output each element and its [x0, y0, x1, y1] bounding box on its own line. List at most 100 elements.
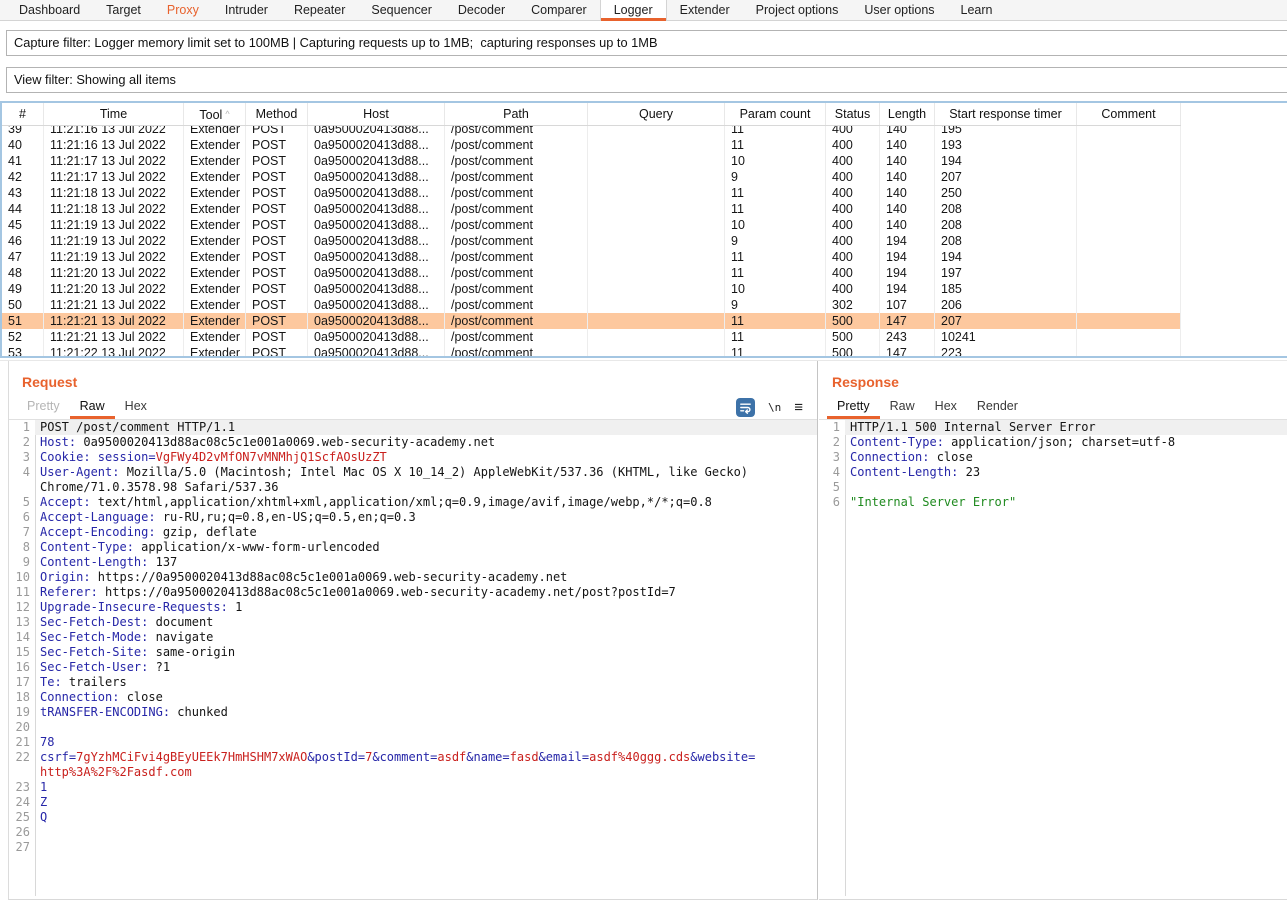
cell [588, 137, 725, 153]
menu-item-target[interactable]: Target [93, 0, 154, 20]
menu-item-repeater[interactable]: Repeater [281, 0, 358, 20]
column-header-tool[interactable]: Tool^ [184, 103, 246, 125]
cell: Extender [184, 265, 246, 281]
cell: /post/comment [445, 233, 588, 249]
cell [1077, 313, 1181, 329]
column-header-start-response-timer[interactable]: Start response timer [935, 103, 1077, 125]
cell: 208 [935, 233, 1077, 249]
menu-item-learn[interactable]: Learn [948, 0, 1006, 20]
column-header-comment[interactable]: Comment [1077, 103, 1181, 125]
cell: 45 [2, 217, 44, 233]
log-row-51[interactable]: 5111:21:21 13 Jul 2022ExtenderPOST0a9500… [2, 313, 1181, 329]
menu-item-extender[interactable]: Extender [667, 0, 743, 20]
cell: 0a9500020413d88... [308, 153, 445, 169]
response-tab-hex[interactable]: Hex [925, 394, 967, 419]
cell: 400 [826, 265, 880, 281]
log-row-44[interactable]: 4411:21:18 13 Jul 2022ExtenderPOST0a9500… [2, 201, 1181, 217]
log-row-42[interactable]: 4211:21:17 13 Jul 2022ExtenderPOST0a9500… [2, 169, 1181, 185]
log-row-49[interactable]: 4911:21:20 13 Jul 2022ExtenderPOST0a9500… [2, 281, 1181, 297]
newline-icon[interactable]: \n [768, 401, 781, 414]
response-tab-render[interactable]: Render [967, 394, 1028, 419]
column-header-status[interactable]: Status [826, 103, 880, 125]
capture-filter-bar[interactable]: Capture filter: Logger memory limit set … [6, 30, 1287, 56]
log-row-45[interactable]: 4511:21:19 13 Jul 2022ExtenderPOST0a9500… [2, 217, 1181, 233]
column-header-path[interactable]: Path [445, 103, 588, 125]
cell: /post/comment [445, 249, 588, 265]
request-editor-icons: \n ≡ [736, 395, 803, 419]
log-row-41[interactable]: 4111:21:17 13 Jul 2022ExtenderPOST0a9500… [2, 153, 1181, 169]
cell: /post/comment [445, 281, 588, 297]
log-row-50[interactable]: 5011:21:21 13 Jul 2022ExtenderPOST0a9500… [2, 297, 1181, 313]
cell: 193 [935, 137, 1077, 153]
view-filter-bar[interactable]: View filter: Showing all items [6, 67, 1287, 93]
menu-item-proxy[interactable]: Proxy [154, 0, 212, 20]
cell: 194 [880, 249, 935, 265]
cell: 52 [2, 329, 44, 345]
response-tab-pretty[interactable]: Pretty [827, 394, 880, 419]
line-number: 4 [819, 465, 845, 480]
menu-item-dashboard[interactable]: Dashboard [6, 0, 93, 20]
cell: 0a9500020413d88... [308, 249, 445, 265]
editor-line: 18Connection: close [9, 690, 817, 705]
cell: 208 [935, 217, 1077, 233]
log-row-46[interactable]: 4611:21:19 13 Jul 2022ExtenderPOST0a9500… [2, 233, 1181, 249]
menu-item-sequencer[interactable]: Sequencer [358, 0, 444, 20]
cell [1077, 233, 1181, 249]
cell [1077, 201, 1181, 217]
cell: 0a9500020413d88... [308, 297, 445, 313]
cell: POST [246, 153, 308, 169]
menu-item-comparer[interactable]: Comparer [518, 0, 600, 20]
menu-item-user-options[interactable]: User options [851, 0, 947, 20]
request-tab-raw[interactable]: Raw [70, 394, 115, 419]
cell [1077, 281, 1181, 297]
cell: POST [246, 201, 308, 217]
column-header-time[interactable]: Time [44, 103, 184, 125]
cell: 500 [826, 329, 880, 345]
word-wrap-button[interactable] [736, 398, 755, 417]
cell: 11:21:17 13 Jul 2022 [44, 153, 184, 169]
cell: 53 [2, 345, 44, 358]
request-tab-hex[interactable]: Hex [115, 394, 157, 419]
log-row-43[interactable]: 4311:21:18 13 Jul 2022ExtenderPOST0a9500… [2, 185, 1181, 201]
line-number: 8 [9, 540, 35, 555]
editor-menu-icon[interactable]: ≡ [794, 398, 803, 417]
log-row-52[interactable]: 5211:21:21 13 Jul 2022ExtenderPOST0a9500… [2, 329, 1181, 345]
response-editor[interactable]: 1HTTP/1.1 500 Internal Server Error2Cont… [819, 420, 1287, 896]
log-row-48[interactable]: 4811:21:20 13 Jul 2022ExtenderPOST0a9500… [2, 265, 1181, 281]
menu-item-intruder[interactable]: Intruder [212, 0, 281, 20]
line-number: 21 [9, 735, 35, 750]
cell: 10 [725, 281, 826, 297]
line-number: 10 [9, 570, 35, 585]
menu-item-project-options[interactable]: Project options [743, 0, 852, 20]
editor-line: 8Content-Type: application/x-www-form-ur… [9, 540, 817, 555]
menu-item-decoder[interactable]: Decoder [445, 0, 518, 20]
column-header-method[interactable]: Method [246, 103, 308, 125]
response-title: Response [819, 361, 1287, 390]
log-row-53[interactable]: 5311:21:22 13 Jul 2022ExtenderPOST0a9500… [2, 345, 1181, 358]
cell: 400 [826, 281, 880, 297]
cell: 500 [826, 345, 880, 358]
menu-item-logger[interactable]: Logger [600, 0, 667, 21]
cell: 0a9500020413d88... [308, 169, 445, 185]
editor-line: 2178 [9, 735, 817, 750]
column-header-param-count[interactable]: Param count [725, 103, 826, 125]
column-header-num[interactable]: # [2, 103, 44, 125]
cell: 197 [935, 265, 1077, 281]
log-row-47[interactable]: 4711:21:19 13 Jul 2022ExtenderPOST0a9500… [2, 249, 1181, 265]
line-number: 14 [9, 630, 35, 645]
editor-line: 6Accept-Language: ru-RU,ru;q=0.8,en-US;q… [9, 510, 817, 525]
cell [588, 265, 725, 281]
cell: Extender [184, 153, 246, 169]
request-tab-pretty[interactable]: Pretty [17, 394, 70, 419]
response-tab-raw[interactable]: Raw [880, 394, 925, 419]
cell [588, 297, 725, 313]
column-header-host[interactable]: Host [308, 103, 445, 125]
cell: 11:21:19 13 Jul 2022 [44, 217, 184, 233]
request-editor[interactable]: 1POST /post/comment HTTP/1.12Host: 0a950… [9, 420, 817, 896]
line-number: 19 [9, 705, 35, 720]
log-row-40[interactable]: 4011:21:16 13 Jul 2022ExtenderPOST0a9500… [2, 137, 1181, 153]
column-header-length[interactable]: Length [880, 103, 935, 125]
line-number: 2 [819, 435, 845, 450]
cell: 0a9500020413d88... [308, 265, 445, 281]
column-header-query[interactable]: Query [588, 103, 725, 125]
